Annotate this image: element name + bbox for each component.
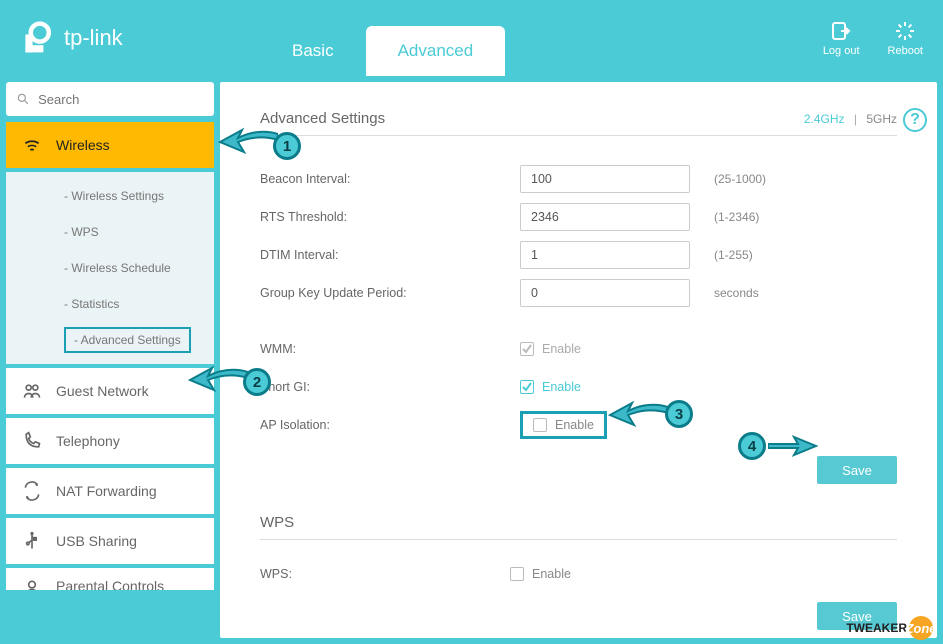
save-button[interactable]: Save [817,456,897,484]
dtim-hint: (1-255) [714,248,753,262]
search-box[interactable] [6,82,214,116]
sub-advanced-settings[interactable]: - Advanced Settings [6,322,214,358]
sidebar-item-label: Parental Controls [56,578,164,590]
sidebar-item-guest-network[interactable]: Guest Network [6,368,214,414]
rts-input[interactable] [520,203,690,231]
band-switch: 2.4GHz | 5GHz [804,112,897,126]
search-input[interactable] [38,92,204,107]
header-actions: Log out Reboot [823,19,923,57]
usb-icon [22,531,42,551]
shortgi-checkbox[interactable]: Enable [520,380,581,394]
app-header: tp-link Basic Advanced Log out Reboot [0,0,943,76]
dtim-label: DTIM Interval: [260,248,520,262]
logout-icon [829,19,853,43]
parental-icon [22,578,42,590]
sidebar-item-label: Telephony [56,433,120,449]
phone-icon [22,431,42,451]
search-icon [16,91,30,107]
sidebar-item-telephony[interactable]: Telephony [6,418,214,464]
dtim-input[interactable] [520,241,690,269]
gku-label: Group Key Update Period: [260,286,520,300]
tplink-logo-icon [20,20,56,56]
logout-button[interactable]: Log out [823,19,860,57]
sidebar-item-label: USB Sharing [56,533,137,549]
sidebar-item-parental[interactable]: Parental Controls [6,568,214,590]
beacon-hint: (25-1000) [714,172,766,186]
shortgi-label: Short GI: [260,380,520,394]
beacon-input[interactable] [520,165,690,193]
reboot-button[interactable]: Reboot [888,19,923,57]
header-tabs: Basic Advanced [260,26,505,76]
sidebar-item-label: Guest Network [56,383,149,399]
rts-hint: (1-2346) [714,210,759,224]
page-title: Advanced Settings [260,110,385,127]
sub-wps[interactable]: - WPS [6,214,214,250]
tab-basic[interactable]: Basic [260,26,366,76]
sidebar-item-usb[interactable]: USB Sharing [6,518,214,564]
sidebar-item-label: NAT Forwarding [56,483,157,499]
sidebar-item-wireless[interactable]: Wireless [6,122,214,168]
sub-wireless-schedule[interactable]: - Wireless Schedule [6,250,214,286]
gku-input[interactable] [520,279,690,307]
apiso-label: AP Isolation: [260,418,520,432]
wps-label: WPS: [260,567,510,581]
wps-section-title: WPS [260,514,897,540]
content-area: ? Advanced Settings 2.4GHz | 5GHz Beacon… [220,82,937,638]
sidebar-item-nat[interactable]: NAT Forwarding [6,468,214,514]
brand-text: tp-link [64,25,123,51]
apiso-checkbox[interactable]: Enable [520,411,607,439]
sub-wireless-settings[interactable]: - Wireless Settings [6,178,214,214]
watermark: TWEAKER Zone [846,616,933,640]
wps-checkbox[interactable]: Enable [510,567,571,581]
brand-logo: tp-link [20,20,123,56]
wmm-label: WMM: [260,342,520,356]
sub-statistics[interactable]: - Statistics [6,286,214,322]
wifi-icon [22,135,42,155]
wireless-submenu: - Wireless Settings - WPS - Wireless Sch… [6,172,214,364]
rts-label: RTS Threshold: [260,210,520,224]
section-header: Advanced Settings 2.4GHz | 5GHz [260,110,897,136]
reboot-icon [893,19,917,43]
wmm-checkbox: Enable [520,342,581,356]
sidebar-item-label: Wireless [56,137,110,153]
nat-icon [22,481,42,501]
tab-advanced[interactable]: Advanced [366,26,506,76]
band-5[interactable]: 5GHz [866,112,897,126]
check-icon [522,344,532,354]
help-button[interactable]: ? [903,108,927,132]
band-2-4[interactable]: 2.4GHz [804,112,845,126]
check-icon [522,382,532,392]
sidebar: Wireless - Wireless Settings - WPS - Wir… [0,76,220,644]
guest-icon [22,381,42,401]
gku-hint: seconds [714,286,759,300]
beacon-label: Beacon Interval: [260,172,520,186]
